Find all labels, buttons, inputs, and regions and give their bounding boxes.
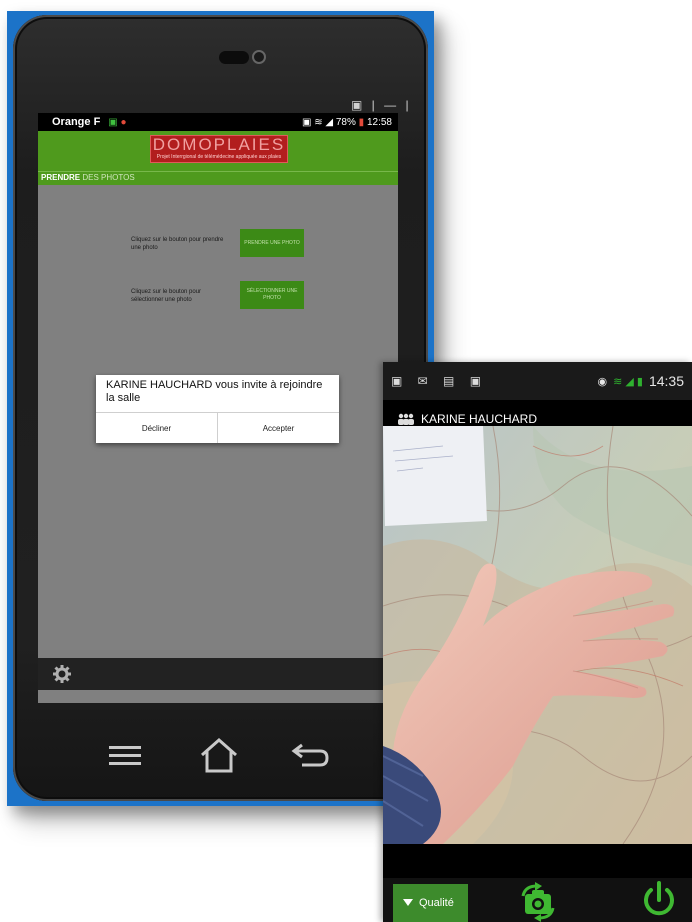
domoplaies-logo: DOMOPLAIES Projet Interrgional de télémé… bbox=[150, 135, 288, 163]
wifi-icon: ▣ ≋ ◢ bbox=[302, 116, 336, 128]
notification-icons: ▣ ✉ ▤ ▣ bbox=[391, 374, 488, 388]
home-icon[interactable] bbox=[197, 735, 241, 775]
video-frame-map-hand bbox=[383, 426, 692, 844]
app-banner: DOMOPLAIES Projet Interrgional de télémé… bbox=[38, 131, 398, 171]
emulator-screen: Orange F ▣ ● ▣ ≋ ◢ 78% ▮ 12:58 DOMOPLAIE… bbox=[38, 113, 398, 703]
signal-icon: ≋ ◢ ▮ bbox=[613, 375, 643, 388]
speaker-grille bbox=[219, 51, 249, 64]
status-time: 12:58 bbox=[366, 116, 392, 128]
phone-bottom-bar: Qualité bbox=[383, 878, 692, 922]
tab-bold-label: PRENDRE bbox=[41, 173, 81, 182]
caller-header: KARINE HAUCHARD bbox=[383, 400, 692, 428]
phone-status-time: 14:35 bbox=[648, 373, 684, 389]
power-icon[interactable] bbox=[641, 880, 677, 920]
video-feed bbox=[383, 426, 692, 844]
quality-label: Qualité bbox=[419, 897, 454, 909]
select-photo-hint: Cliquez sur le bouton pour sélectionner … bbox=[131, 289, 202, 303]
battery-icon: ▮ bbox=[358, 116, 365, 128]
switch-camera-icon[interactable] bbox=[515, 882, 561, 922]
logo-title: DOMOPLAIES bbox=[152, 135, 286, 154]
emulator-settings-bar bbox=[38, 658, 398, 690]
caller-name: KARINE HAUCHARD bbox=[421, 412, 538, 426]
logo-subtitle: Projet Interrgional de télémédecine appl… bbox=[156, 154, 282, 160]
eye-icon: ◉ bbox=[597, 375, 608, 388]
back-icon[interactable] bbox=[290, 735, 332, 775]
battery-percent: 78% bbox=[335, 116, 356, 128]
phone-screen: ▣ ✉ ▤ ▣ ◉ ≋ ◢ ▮ 14:35 KARINE HAUCHARD Qu… bbox=[383, 362, 692, 922]
decline-button[interactable]: Décliner bbox=[96, 413, 217, 443]
dropdown-triangle-icon bbox=[403, 899, 413, 906]
menu-icon[interactable] bbox=[106, 735, 144, 775]
gear-icon[interactable] bbox=[53, 665, 71, 683]
emulator-status-bar: Orange F ▣ ● ▣ ≋ ◢ 78% ▮ 12:58 bbox=[38, 113, 398, 131]
carrier-name: Orange F bbox=[52, 116, 101, 128]
invite-dialog: KARINE HAUCHARD vous invite à rejoindre … bbox=[96, 375, 339, 443]
accept-button[interactable]: Accepter bbox=[217, 413, 339, 443]
notification-icons: ▣ ● bbox=[108, 116, 127, 128]
dialog-title: KARINE HAUCHARD vous invite à rejoindre … bbox=[106, 379, 323, 404]
status-right: ◉ ≋ ◢ ▮ 14:35 bbox=[598, 373, 685, 389]
tab-prendre-des-photos[interactable]: PRENDRE DES PHOTOS bbox=[38, 171, 398, 185]
status-right: ▣ ≋ ◢ 78% ▮ 12:58 bbox=[302, 117, 392, 128]
hardware-nav-keys bbox=[13, 735, 428, 785]
people-icon bbox=[398, 413, 414, 425]
phone-status-bar: ▣ ✉ ▤ ▣ ◉ ≋ ◢ ▮ 14:35 bbox=[383, 362, 692, 400]
video-spacer bbox=[383, 844, 692, 878]
dialog-buttons: Décliner Accepter bbox=[96, 412, 339, 443]
quality-dropdown[interactable]: Qualité bbox=[393, 884, 468, 922]
take-photo-hint: Cliquez sur le bouton pour prendre une p… bbox=[131, 237, 224, 251]
select-photo-button[interactable]: SÉLECTIONNER UNE PHOTO bbox=[240, 281, 304, 309]
front-camera bbox=[252, 50, 266, 64]
tab-rest-label: DES PHOTOS bbox=[80, 173, 135, 182]
take-photo-button[interactable]: PRENDRE UNE PHOTO bbox=[240, 229, 304, 257]
